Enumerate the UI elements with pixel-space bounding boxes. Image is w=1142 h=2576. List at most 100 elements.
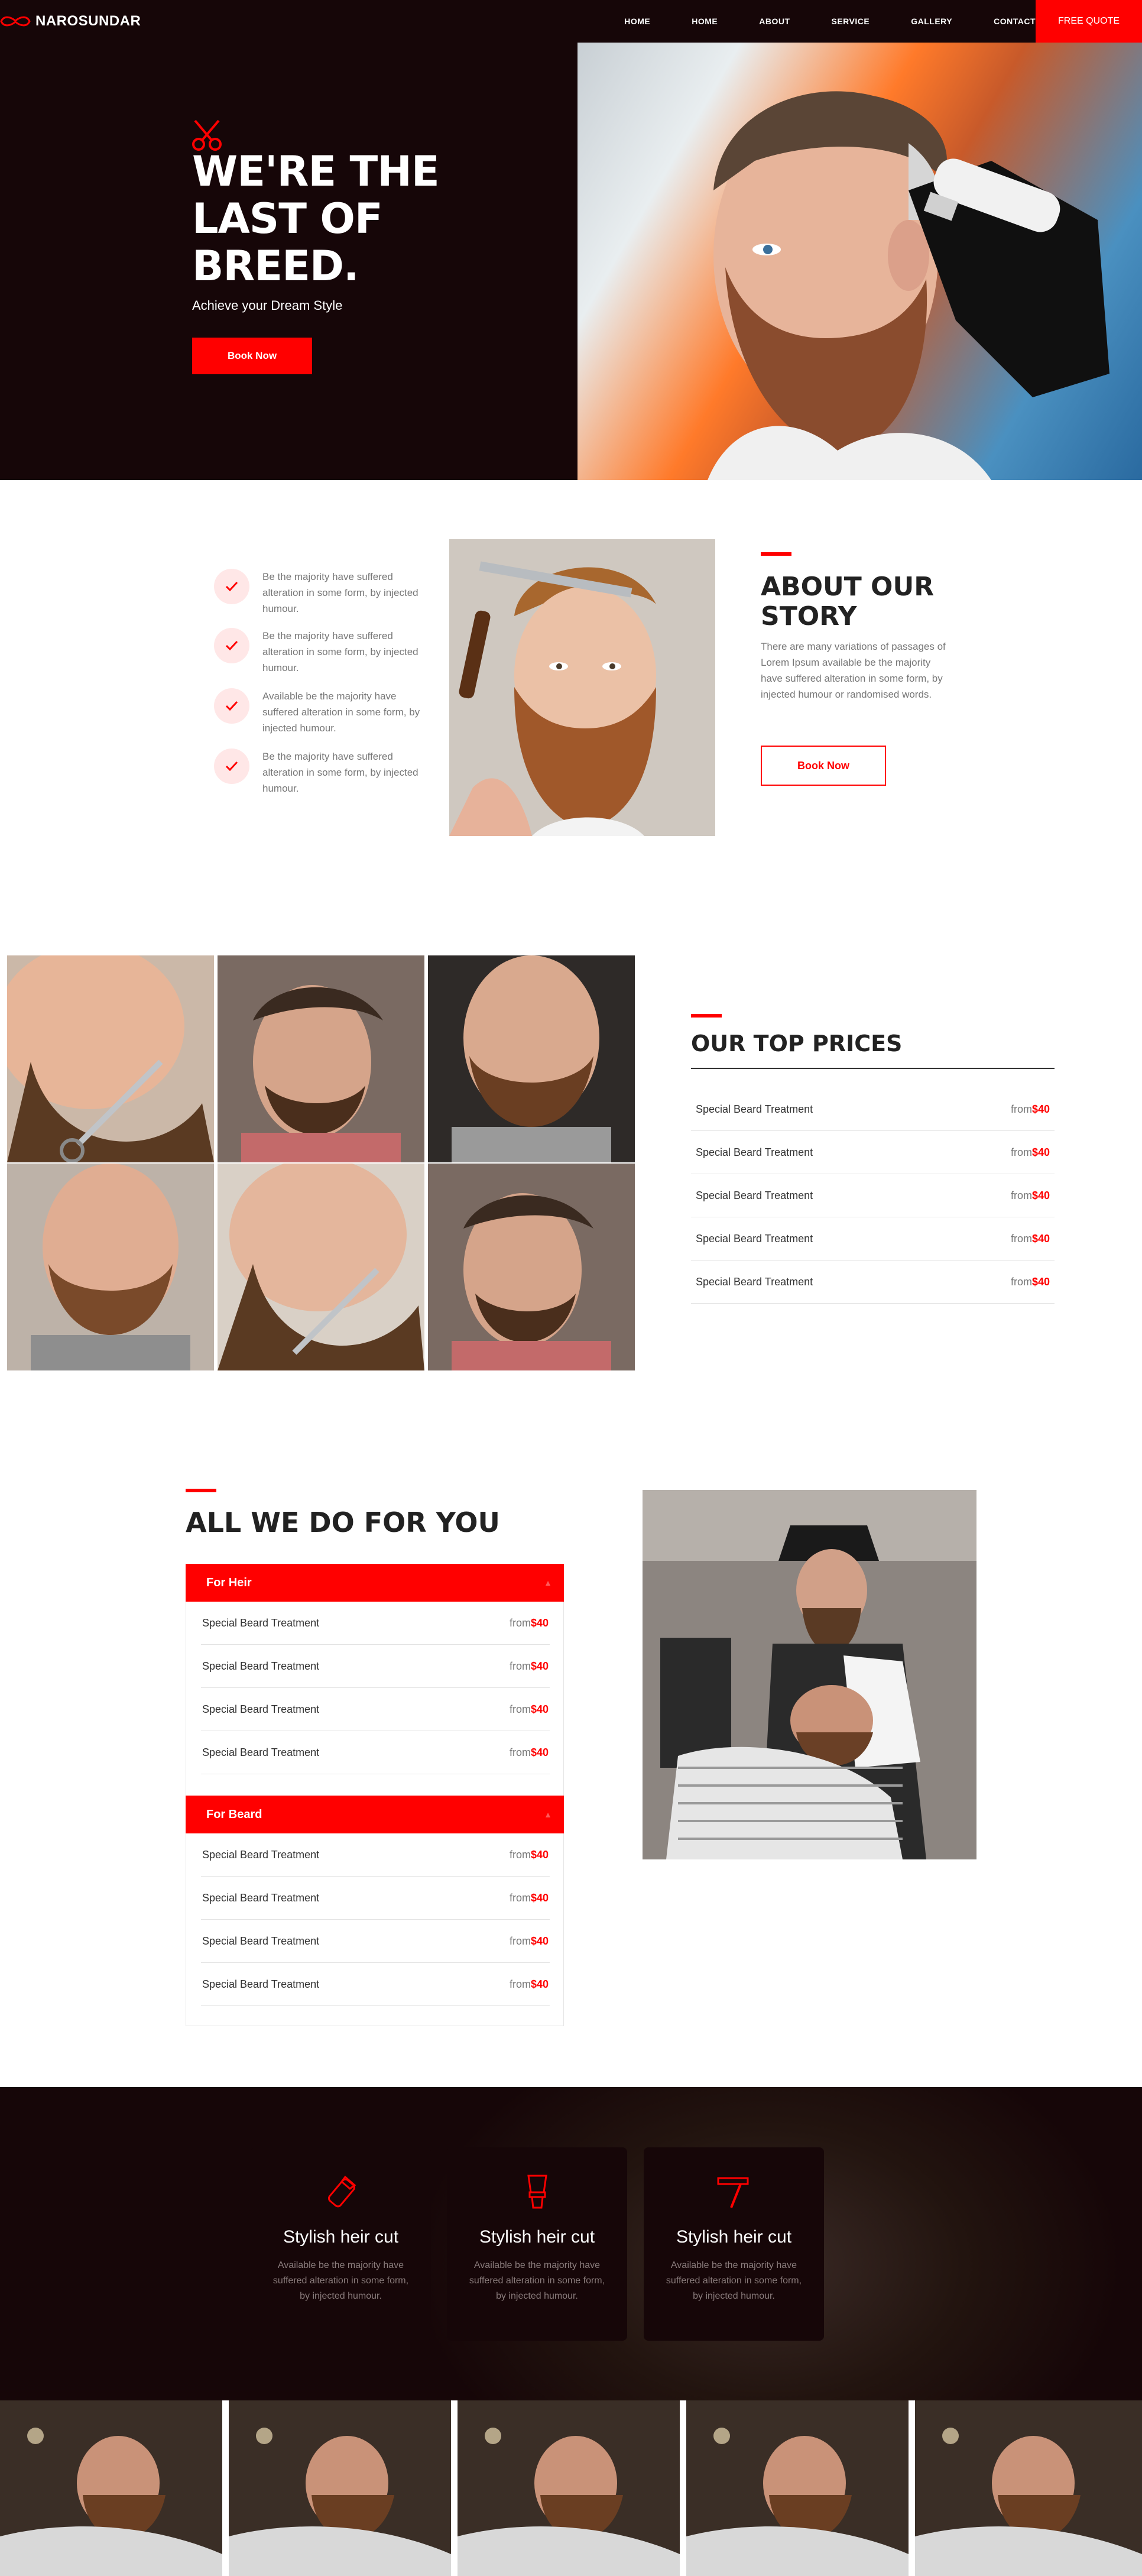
accent-bar: [186, 1489, 216, 1492]
gallery-photo[interactable]: [428, 955, 635, 1162]
gallery-photo[interactable]: [428, 1164, 635, 1370]
price-item-name: Special Beard Treatment: [696, 1232, 813, 1245]
strip-photo[interactable]: [458, 2400, 680, 2576]
shaving-brush-icon: [527, 2175, 547, 2209]
check-icon: [214, 628, 249, 663]
feature-text: Be the majority have suffered alteration…: [262, 751, 418, 794]
strip-photo[interactable]: [0, 2400, 222, 2576]
free-quote-button[interactable]: FREE QUOTE: [1036, 0, 1142, 43]
feature-item: Be the majority have suffered alteration…: [214, 569, 427, 617]
gallery-photo[interactable]: [7, 1164, 214, 1370]
top-navbar: NAROSUNDAR HOME HOME ABOUT SERVICE GALLE…: [0, 0, 1142, 43]
price-from: from: [509, 1703, 531, 1715]
card-text: Available be the majority have suffered …: [272, 2260, 409, 2301]
strip-photo[interactable]: [915, 2400, 1142, 2576]
strip-photo[interactable]: [229, 2400, 451, 2576]
about-title: ABOUT OUR STORY: [761, 572, 935, 631]
check-icon: [214, 569, 249, 604]
nav-home[interactable]: HOME: [624, 17, 650, 26]
page: { "brand": {"name": "NAROSUNDAR"}, "nav"…: [0, 0, 1142, 2576]
card-title: Stylish heir cut: [676, 2227, 792, 2247]
feature-item: Be the majority have suffered alteration…: [214, 749, 427, 796]
price-from: from: [509, 1935, 531, 1947]
service-name: Special Beard Treatment: [202, 1848, 320, 1861]
price-row: Special Beard Treatment from$40: [691, 1131, 1055, 1174]
feature-text: Be the majority have suffered alteration…: [262, 630, 418, 673]
service-row: Special Beard Treatment from$40: [201, 1602, 550, 1645]
feature-text: Be the majority have suffered alteration…: [262, 571, 418, 614]
service-row: Special Beard Treatment from$40: [201, 1833, 550, 1877]
prices-title: OUR TOP PRICES: [691, 1031, 903, 1057]
gallery-photo[interactable]: [218, 955, 424, 1162]
service-name: Special Beard Treatment: [202, 1746, 320, 1758]
service-name: Special Beard Treatment: [202, 1891, 320, 1904]
price-from: from: [509, 1616, 531, 1629]
price-from: from: [1010, 1275, 1032, 1288]
price-value: $40: [530, 1616, 549, 1629]
price-row: Special Beard Treatment from$40: [691, 1174, 1055, 1217]
price-value: $40: [530, 1848, 549, 1861]
price-value: $40: [1031, 1275, 1050, 1288]
feature-card: Stylish heir cut Available be the majori…: [251, 2147, 431, 2341]
gallery-photo[interactable]: [218, 1164, 424, 1370]
prices-divider: [691, 1068, 1055, 1069]
service-name: Special Beard Treatment: [202, 1616, 320, 1629]
price-value: $40: [1031, 1189, 1050, 1201]
accordion-header-beard[interactable]: For Beard ▲: [186, 1796, 564, 1833]
about-barber-photo: [449, 539, 715, 836]
feature-card: Stylish heir cut Available be the majori…: [644, 2147, 824, 2341]
nav-home-2[interactable]: HOME: [692, 17, 718, 26]
card-text: Available be the majority have suffered …: [469, 2260, 605, 2301]
chevron-up-icon: ▲: [544, 1810, 552, 1819]
razor-icon: [717, 2177, 748, 2208]
hero-subtitle: Achieve your Dream Style: [192, 298, 343, 313]
service-row: Special Beard Treatment from$40: [201, 1920, 550, 1963]
about-book-now-button[interactable]: Book Now: [761, 746, 886, 786]
price-from: from: [1010, 1232, 1032, 1245]
hero-barber-photo: [578, 43, 1142, 480]
scissors-icon: [192, 119, 222, 151]
price-value: $40: [1031, 1103, 1050, 1115]
price-from: from: [509, 1848, 531, 1861]
service-row: Special Beard Treatment from$40: [201, 1963, 550, 2006]
price-value: $40: [530, 1891, 549, 1904]
price-value: $40: [1031, 1146, 1050, 1158]
price-row: Special Beard Treatment from$40: [691, 1088, 1055, 1131]
price-value: $40: [1031, 1232, 1050, 1245]
price-value: $40: [530, 1935, 549, 1947]
price-value: $40: [530, 1660, 549, 1672]
accordion-header-heir[interactable]: For Heir ▲: [186, 1564, 564, 1602]
gallery-photo[interactable]: [7, 955, 214, 1162]
service-row: Special Beard Treatment from$40: [201, 1877, 550, 1920]
price-item-name: Special Beard Treatment: [696, 1103, 813, 1115]
nav-service[interactable]: SERVICE: [832, 17, 870, 26]
price-value: $40: [530, 1703, 549, 1715]
trimmer-icon: [327, 2175, 356, 2208]
service-name: Special Beard Treatment: [202, 1978, 320, 1990]
accordion-title: For Heir: [206, 1576, 252, 1589]
service-row: Special Beard Treatment from$40: [201, 1688, 550, 1731]
mustache-icon: [0, 16, 31, 27]
nav-about[interactable]: ABOUT: [759, 17, 790, 26]
about-text: There are many variations of passages of…: [761, 641, 946, 700]
nav-gallery[interactable]: GALLERY: [911, 17, 952, 26]
feature-item: Available be the majority have suffered …: [214, 688, 427, 736]
card-title: Stylish heir cut: [479, 2227, 595, 2247]
service-name: Special Beard Treatment: [202, 1660, 320, 1672]
feature-item: Be the majority have suffered alteration…: [214, 628, 427, 676]
card-title: Stylish heir cut: [283, 2227, 399, 2247]
service-row: Special Beard Treatment from$40: [201, 1645, 550, 1688]
check-icon: [214, 749, 249, 784]
accent-bar: [761, 552, 791, 556]
hero-section: WE'RE THE LAST OF BREED. Achieve your Dr…: [0, 43, 1142, 480]
price-item-name: Special Beard Treatment: [696, 1275, 813, 1288]
strip-photo[interactable]: [686, 2400, 909, 2576]
nav-contact[interactable]: CONTACT: [994, 17, 1036, 26]
check-icon: [214, 688, 249, 724]
hero-book-now-button[interactable]: Book Now: [192, 338, 312, 374]
feature-text: Available be the majority have suffered …: [262, 691, 420, 734]
price-from: from: [509, 1891, 531, 1904]
logo[interactable]: NAROSUNDAR: [0, 0, 141, 43]
hero-title: WE'RE THE LAST OF BREED.: [192, 147, 440, 290]
price-row: Special Beard Treatment from$40: [691, 1217, 1055, 1261]
